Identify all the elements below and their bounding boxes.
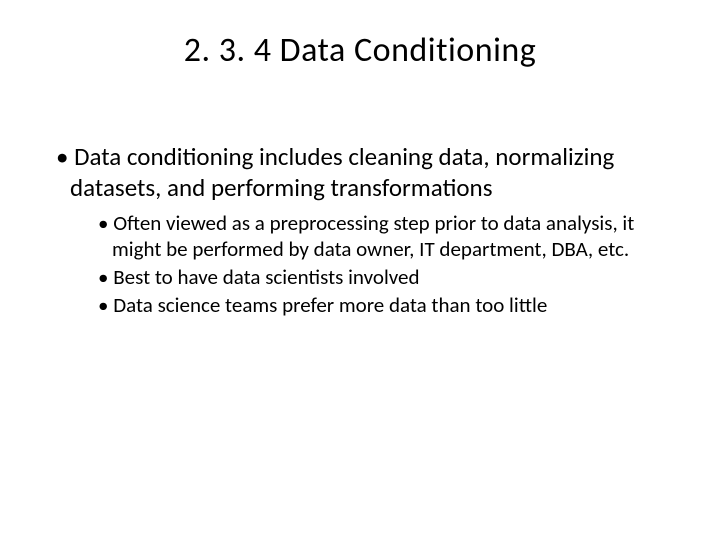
slide-title: 2. 3. 4 Data Conditioning (50, 30, 670, 71)
main-bullet: Data conditioning includes cleaning data… (50, 141, 670, 204)
sub-bullet: Data science teams prefer more data than… (98, 292, 670, 318)
sub-bullet-list: Often viewed as a preprocessing step pri… (50, 210, 670, 319)
sub-bullet: Best to have data scientists involved (98, 264, 670, 290)
sub-bullet: Often viewed as a preprocessing step pri… (98, 210, 670, 263)
slide-body: Data conditioning includes cleaning data… (50, 141, 670, 319)
slide-container: 2. 3. 4 Data Conditioning Data condition… (0, 0, 720, 540)
